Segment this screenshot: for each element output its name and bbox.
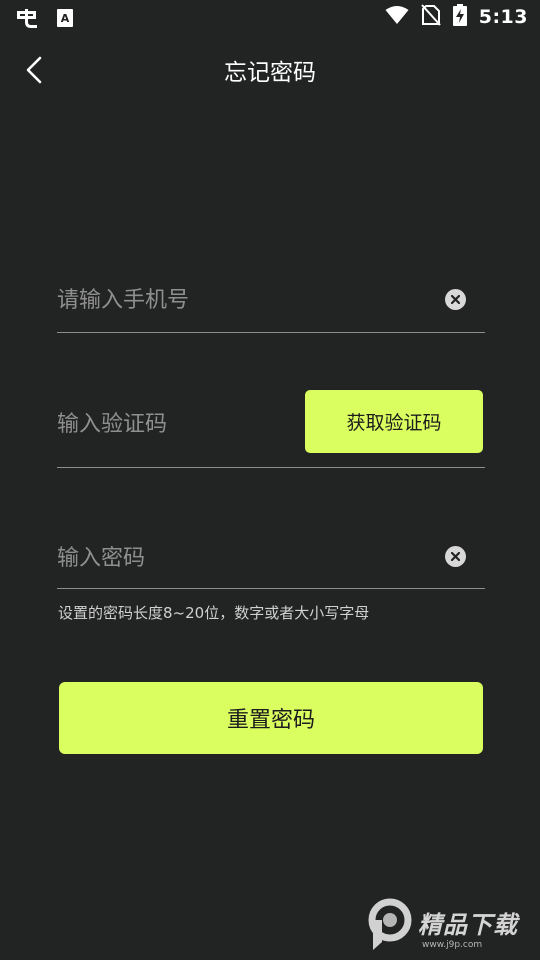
- watermark: 精品下载 www.j9p.com: [364, 898, 534, 956]
- watermark-main-text: 精品下载: [418, 910, 518, 939]
- page-title: 忘记密码: [224, 60, 316, 86]
- close-icon: [451, 552, 460, 561]
- verification-code-input[interactable]: [57, 406, 287, 442]
- header: 忘记密码: [0, 40, 540, 98]
- status-bar: A 5:13: [0, 0, 540, 36]
- phone-input[interactable]: [57, 282, 417, 318]
- app-logo-icon: [14, 6, 40, 34]
- clear-password-button[interactable]: [445, 546, 466, 567]
- password-input[interactable]: [57, 540, 417, 576]
- status-bar-left: A: [14, 6, 74, 34]
- watermark-logo-icon: [364, 898, 412, 956]
- phone-field: [57, 270, 485, 333]
- clear-phone-button[interactable]: [445, 289, 466, 310]
- get-code-button[interactable]: 获取验证码: [305, 390, 483, 453]
- password-hint: 设置的密码长度8~20位，数字或者大小写字母: [58, 604, 370, 622]
- watermark-text: 精品下载 www.j9p.com: [418, 905, 518, 950]
- close-icon: [451, 295, 460, 304]
- wifi-icon: [385, 5, 409, 29]
- forgot-password-screen: A 5:13 忘记密码 请输入手机号 输入验证码 获取验证码 设置的密码长度8~…: [0, 0, 540, 960]
- status-time: 5:13: [478, 6, 528, 28]
- svg-text:A: A: [61, 12, 70, 25]
- password-field: [57, 528, 485, 589]
- reset-password-button[interactable]: 重置密码: [59, 682, 483, 754]
- battery-charging-icon: [452, 4, 467, 30]
- accessibility-icon: A: [56, 8, 74, 32]
- verification-code-field: 获取验证码: [57, 390, 485, 468]
- no-sim-icon: [420, 4, 441, 30]
- watermark-url: www.j9p.com: [422, 939, 483, 950]
- status-bar-right: 5:13: [385, 4, 528, 30]
